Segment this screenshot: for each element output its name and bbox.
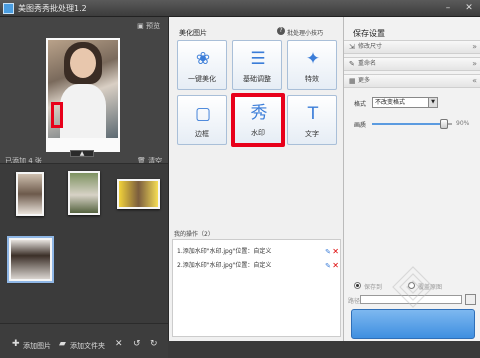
section-more[interactable]: ▦ 更多 « [344, 74, 480, 88]
delete-operation-icon[interactable]: ✕ [332, 246, 339, 258]
watermark-icon: 秀 [250, 103, 268, 123]
text-icon: T [307, 104, 319, 124]
thumbnail-list [0, 163, 168, 323]
expand-icon: » [472, 59, 477, 68]
more-icon: ▦ [349, 77, 356, 85]
tool-basic-adjust[interactable]: ☰ 基础调整 [232, 40, 282, 90]
preview-icon: ▣ [137, 22, 144, 30]
preview-button[interactable]: ▣ 预览 [137, 21, 160, 31]
close-icon[interactable]: ✕ [463, 2, 475, 14]
operation-row[interactable]: 1.添加水印"水印.jpg"位置：自定义 ✎ ✕ [177, 246, 340, 258]
magic-wand-icon: ✦ [305, 49, 321, 69]
add-photo-button[interactable]: 添加图片 [23, 341, 51, 351]
chevron-down-icon: ▼ [428, 98, 437, 107]
help-icon[interactable]: ? [277, 27, 285, 35]
operations-heading: 我的操作（2） [174, 231, 214, 238]
preview-label: 预览 [146, 22, 160, 30]
sliders-icon: ☰ [250, 49, 266, 69]
tool-frame[interactable]: ▢ 边框 [177, 95, 227, 145]
save-button[interactable] [351, 309, 475, 339]
quality-slider-fill [372, 123, 444, 125]
path-label: 路径 [348, 298, 361, 305]
delete-operation-icon[interactable]: ✕ [332, 260, 339, 272]
operations-list: 1.添加水印"水印.jpg"位置：自定义 ✎ ✕ 2.添加水印"水印.jpg"位… [172, 239, 341, 337]
quality-slider-thumb[interactable] [440, 119, 448, 129]
edit-icon[interactable]: ✎ [325, 246, 331, 258]
tulip-icon: ❀ [195, 49, 211, 69]
rename-icon: ✎ [349, 60, 355, 68]
save-to-label: 保存到 [364, 284, 383, 291]
tips-link[interactable]: 批处理小技巧 [287, 28, 323, 37]
tool-effects[interactable]: ✦ 特效 [287, 40, 337, 90]
title-bar: 美图秀秀批处理1.2 – ✕ [0, 0, 480, 17]
thumbnail-4[interactable] [7, 236, 54, 283]
watermark-position-marker[interactable] [51, 102, 63, 128]
browse-button[interactable] [465, 294, 476, 305]
format-select[interactable]: 不改变格式 ▼ [372, 97, 438, 108]
tool-text[interactable]: T 文字 [287, 95, 337, 145]
quality-value: 90% [456, 120, 470, 127]
resize-icon: ⇲ [349, 43, 355, 51]
edit-icon[interactable]: ✎ [325, 260, 331, 272]
left-panel: ▣ 预览 ▲ 已添加 4 张 🗑 清空 ✚ 添加图片 ▰ 添加文件夹 ✕ ↺ ↻ [0, 17, 168, 358]
operation-row[interactable]: 2.添加水印"水印.jpg"位置：自定义 ✎ ✕ [177, 260, 340, 272]
site-watermark-logo [392, 266, 434, 308]
collapse-handle[interactable]: ▲ [70, 150, 94, 157]
section-rename[interactable]: ✎ 重命名 » [344, 57, 480, 71]
thumbnail-3[interactable] [117, 179, 160, 209]
format-label: 格式 [354, 101, 367, 108]
save-to-radio[interactable] [354, 282, 361, 289]
preview-image [46, 38, 120, 152]
expand-icon: » [472, 42, 477, 51]
minimize-icon[interactable]: – [442, 2, 454, 14]
thumbnail-2[interactable] [68, 171, 100, 215]
thumbnail-1[interactable] [16, 172, 44, 216]
window-title: 美图秀秀批处理1.2 [18, 4, 87, 13]
tool-one-click-beautify[interactable]: ❀ 一键美化 [177, 40, 227, 90]
frame-icon: ▢ [194, 104, 212, 124]
tool-watermark[interactable]: 秀 水印 [231, 93, 285, 147]
add-folder-button[interactable]: 添加文件夹 [70, 341, 105, 351]
middle-panel: 美化图片 ? 批处理小技巧 ❀ 一键美化 ☰ 基础调整 ✦ 特效 ▢ 边框 秀 … [168, 17, 343, 341]
section-resize[interactable]: ⇲ 修改尺寸 » [344, 40, 480, 54]
beautify-heading: 美化图片 [179, 29, 207, 37]
quality-label: 画质 [354, 122, 367, 129]
app-icon [3, 3, 14, 14]
collapse-icon: « [472, 76, 477, 85]
preview-photo [48, 40, 118, 138]
save-settings-heading: 保存设置 [353, 29, 385, 38]
